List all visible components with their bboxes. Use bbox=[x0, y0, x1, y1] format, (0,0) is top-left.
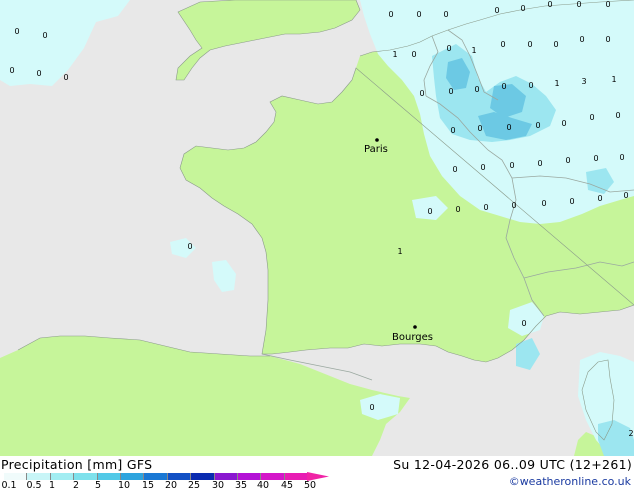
precip-value-label: 0 bbox=[535, 121, 540, 130]
legend-tick-labels: 0.1 0.5 1 2 5 10 15 20 25 30 35 40 45 50 bbox=[0, 480, 340, 492]
precip-value-label: 0 bbox=[483, 203, 488, 212]
precip-value-label: 0 bbox=[63, 73, 68, 82]
precip-value-label: 0 bbox=[541, 199, 546, 208]
precip-value-label: 0 bbox=[494, 6, 499, 15]
precip-value-label: 0 bbox=[427, 207, 432, 216]
precip-value-label: 2 bbox=[628, 429, 633, 438]
legend-swatch bbox=[237, 473, 262, 480]
precip-value-label: 0 bbox=[411, 50, 416, 59]
legend-tick-label: 10 bbox=[117, 480, 131, 491]
legend-swatch bbox=[74, 473, 98, 480]
legend-swatch bbox=[214, 473, 238, 480]
precip-value-label: 0 bbox=[506, 123, 511, 132]
precip-value-label: 0 bbox=[623, 191, 628, 200]
precip-value-label: 0 bbox=[419, 89, 424, 98]
precip-value-label: 0 bbox=[579, 35, 584, 44]
precip-value-label: 0 bbox=[416, 10, 421, 19]
precip-value-label: 0 bbox=[455, 205, 460, 214]
legend-tick-label: 15 bbox=[141, 480, 155, 491]
precip-value-label: 0 bbox=[509, 161, 514, 170]
precipitation-map: 0 0 0 0 0 0 0 0 0 0 0 0 0 1 0 0 1 0 0 0 0 0 0 0 0 0 0 1 3 1 0 0 0 0 0 0 0 0 0 0… bbox=[0, 0, 634, 456]
precip-value-label: 0 bbox=[615, 111, 620, 120]
precip-value-label: 0 bbox=[528, 81, 533, 90]
legend-tick-label: 35 bbox=[234, 480, 248, 491]
precip-value-label: 0 bbox=[450, 126, 455, 135]
precip-value-label: 1 bbox=[611, 75, 616, 84]
precip-value-label: 0 bbox=[187, 242, 192, 251]
precip-value-label: 0 bbox=[500, 40, 505, 49]
precip-value-label: 0 bbox=[369, 403, 374, 412]
precip-value-label: 0 bbox=[527, 40, 532, 49]
precip-value-label: 1 bbox=[392, 50, 397, 59]
legend-swatch bbox=[191, 473, 215, 480]
legend-swatch bbox=[50, 473, 75, 480]
precip-value-label: 0 bbox=[448, 87, 453, 96]
precip-value-label: 0 bbox=[9, 66, 14, 75]
precip-value-label: 0 bbox=[520, 4, 525, 13]
legend-swatch bbox=[144, 473, 168, 480]
legend-tick-label: 25 bbox=[187, 480, 201, 491]
precip-value-label: 0 bbox=[553, 40, 558, 49]
legend-swatch bbox=[167, 473, 192, 480]
legend-tick-label: 20 bbox=[164, 480, 178, 491]
precip-value-label: 0 bbox=[565, 156, 570, 165]
precip-value-label: 0 bbox=[477, 124, 482, 133]
precip-value-label: 0 bbox=[511, 201, 516, 210]
precip-value-label: 0 bbox=[388, 10, 393, 19]
legend-tick-label: 0.1 bbox=[1, 480, 17, 491]
precip-value-label: 0 bbox=[605, 0, 610, 9]
precip-value-label: 0 bbox=[589, 113, 594, 122]
precip-value-label: 0 bbox=[443, 10, 448, 19]
city-label-paris: Paris bbox=[364, 144, 388, 155]
map-title: Precipitation [mm] GFS bbox=[1, 457, 153, 472]
precip-value-label: 0 bbox=[569, 197, 574, 206]
precip-value-label: 0 bbox=[597, 194, 602, 203]
forecast-datetime: Su 12-04-2026 06..09 UTC (12+261) bbox=[393, 457, 632, 472]
precip-value-label: 0 bbox=[501, 82, 506, 91]
legend-swatch bbox=[4, 473, 28, 480]
precip-value-label: 0 bbox=[452, 165, 457, 174]
map-footer: Precipitation [mm] GFS Su 12-04-2026 06.… bbox=[0, 456, 634, 492]
precip-value-label: 0 bbox=[547, 0, 552, 9]
precip-value-label: 1 bbox=[471, 46, 476, 55]
precip-value-label: 0 bbox=[605, 35, 610, 44]
precip-color-legend bbox=[4, 473, 309, 480]
precip-value-label: 0 bbox=[480, 163, 485, 172]
legend-tick-label: 5 bbox=[94, 480, 102, 491]
precip-value-label: 0 bbox=[521, 319, 526, 328]
precip-value-label: 1 bbox=[397, 247, 402, 256]
legend-tick-label: 50 bbox=[303, 480, 317, 491]
legend-tick-label: 30 bbox=[211, 480, 225, 491]
legend-tick-label: 45 bbox=[280, 480, 294, 491]
precip-value-label: 0 bbox=[474, 85, 479, 94]
precip-value-label: 0 bbox=[576, 0, 581, 9]
legend-tick-label: 40 bbox=[256, 480, 270, 491]
legend-swatch bbox=[97, 473, 121, 480]
legend-tick-label: 1 bbox=[48, 480, 56, 491]
legend-swatch bbox=[120, 473, 145, 480]
legend-tick-label: 2 bbox=[72, 480, 80, 491]
precip-value-label: 0 bbox=[36, 69, 41, 78]
legend-swatch bbox=[27, 473, 51, 480]
precip-value-label: 0 bbox=[537, 159, 542, 168]
precip-value-label: 0 bbox=[619, 153, 624, 162]
legend-swatch bbox=[284, 473, 309, 480]
precip-value-label: 0 bbox=[561, 119, 566, 128]
credit-link[interactable]: ©weatheronline.co.uk bbox=[509, 475, 631, 489]
precip-value-label: 0 bbox=[446, 44, 451, 53]
precip-value-label: 3 bbox=[581, 77, 586, 86]
precip-value-label: 0 bbox=[42, 31, 47, 40]
precip-value-label: 1 bbox=[554, 79, 559, 88]
precip-value-label: 0 bbox=[593, 154, 598, 163]
city-label-bourges: Bourges bbox=[392, 332, 433, 343]
city-dot-bourges bbox=[413, 325, 417, 329]
legend-swatch bbox=[261, 473, 285, 480]
city-dot-paris bbox=[375, 138, 379, 142]
precip-value-label: 0 bbox=[14, 27, 19, 36]
legend-tick-label: 0.5 bbox=[26, 480, 42, 491]
